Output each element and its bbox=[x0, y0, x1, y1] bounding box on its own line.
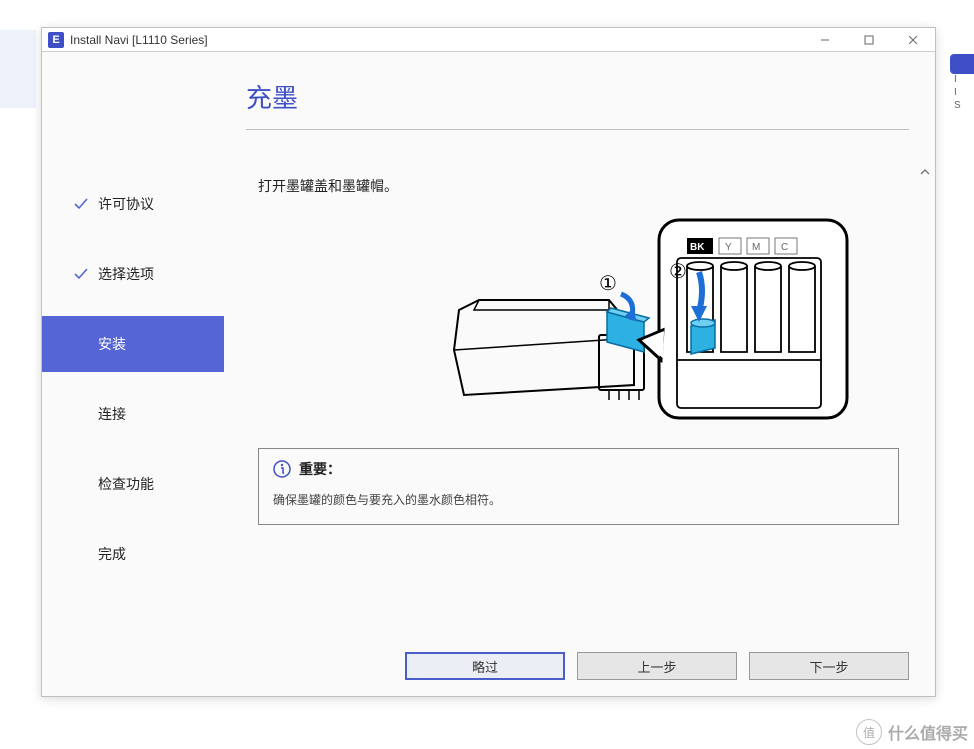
titlebar: E Install Navi [L1110 Series] bbox=[42, 28, 935, 52]
step-label: 检查功能 bbox=[98, 474, 154, 494]
app-icon: E bbox=[48, 32, 64, 48]
printer-diagram: ① BK Y M bbox=[299, 210, 859, 430]
svg-text:BK: BK bbox=[690, 242, 705, 253]
step-label: 连接 bbox=[98, 404, 126, 424]
step-check: 检查功能 bbox=[42, 456, 246, 512]
step-options: 选择选项 bbox=[42, 246, 246, 302]
step-connect: 连接 bbox=[42, 386, 246, 442]
watermark: 值 什么值得买 bbox=[856, 719, 968, 745]
minimize-button[interactable] bbox=[803, 28, 847, 51]
step2-marker: ② bbox=[669, 261, 687, 283]
skip-button[interactable]: 略过 bbox=[405, 652, 565, 680]
instruction-text: 打开墨罐盖和墨罐帽。 bbox=[258, 176, 899, 196]
important-heading: 重要： bbox=[299, 459, 341, 479]
step-label: 完成 bbox=[98, 544, 126, 564]
scrollbar[interactable] bbox=[918, 168, 932, 180]
important-box: 重要： 确保墨罐的颜色与要充入的墨水颜色相符。 bbox=[258, 448, 899, 525]
sidebar-peek: I I S bbox=[950, 54, 974, 100]
maximize-button[interactable] bbox=[847, 28, 891, 51]
svg-text:C: C bbox=[781, 242, 788, 253]
svg-text:M: M bbox=[752, 242, 760, 253]
step-label: 选择选项 bbox=[98, 264, 154, 284]
info-icon bbox=[273, 460, 291, 478]
step-label: 安装 bbox=[98, 334, 126, 354]
background-stripe bbox=[0, 30, 36, 108]
close-button[interactable] bbox=[891, 28, 935, 51]
back-button[interactable]: 上一步 bbox=[577, 652, 737, 680]
svg-text:Y: Y bbox=[725, 242, 732, 253]
step-finish: 完成 bbox=[42, 526, 246, 582]
scroll-up-icon[interactable] bbox=[919, 168, 931, 180]
check-icon bbox=[72, 195, 90, 213]
step-license: 许可协议 bbox=[42, 176, 246, 232]
step-install: 安装 bbox=[42, 316, 224, 372]
step1-marker: ① bbox=[599, 273, 617, 295]
step-label: 许可协议 bbox=[98, 194, 154, 214]
watermark-text: 什么值得买 bbox=[888, 720, 968, 744]
watermark-badge: 值 bbox=[856, 719, 882, 745]
important-body: 确保墨罐的颜色与要充入的墨水颜色相符。 bbox=[273, 491, 884, 508]
window-title: Install Navi [L1110 Series] bbox=[70, 33, 208, 47]
check-icon bbox=[72, 265, 90, 283]
steps-sidebar: 许可协议 选择选项 安装 连接 检查功能 完成 bbox=[42, 78, 246, 696]
installer-window: E Install Navi [L1110 Series] 充墨 许可协议 bbox=[41, 27, 936, 697]
next-button[interactable]: 下一步 bbox=[749, 652, 909, 680]
